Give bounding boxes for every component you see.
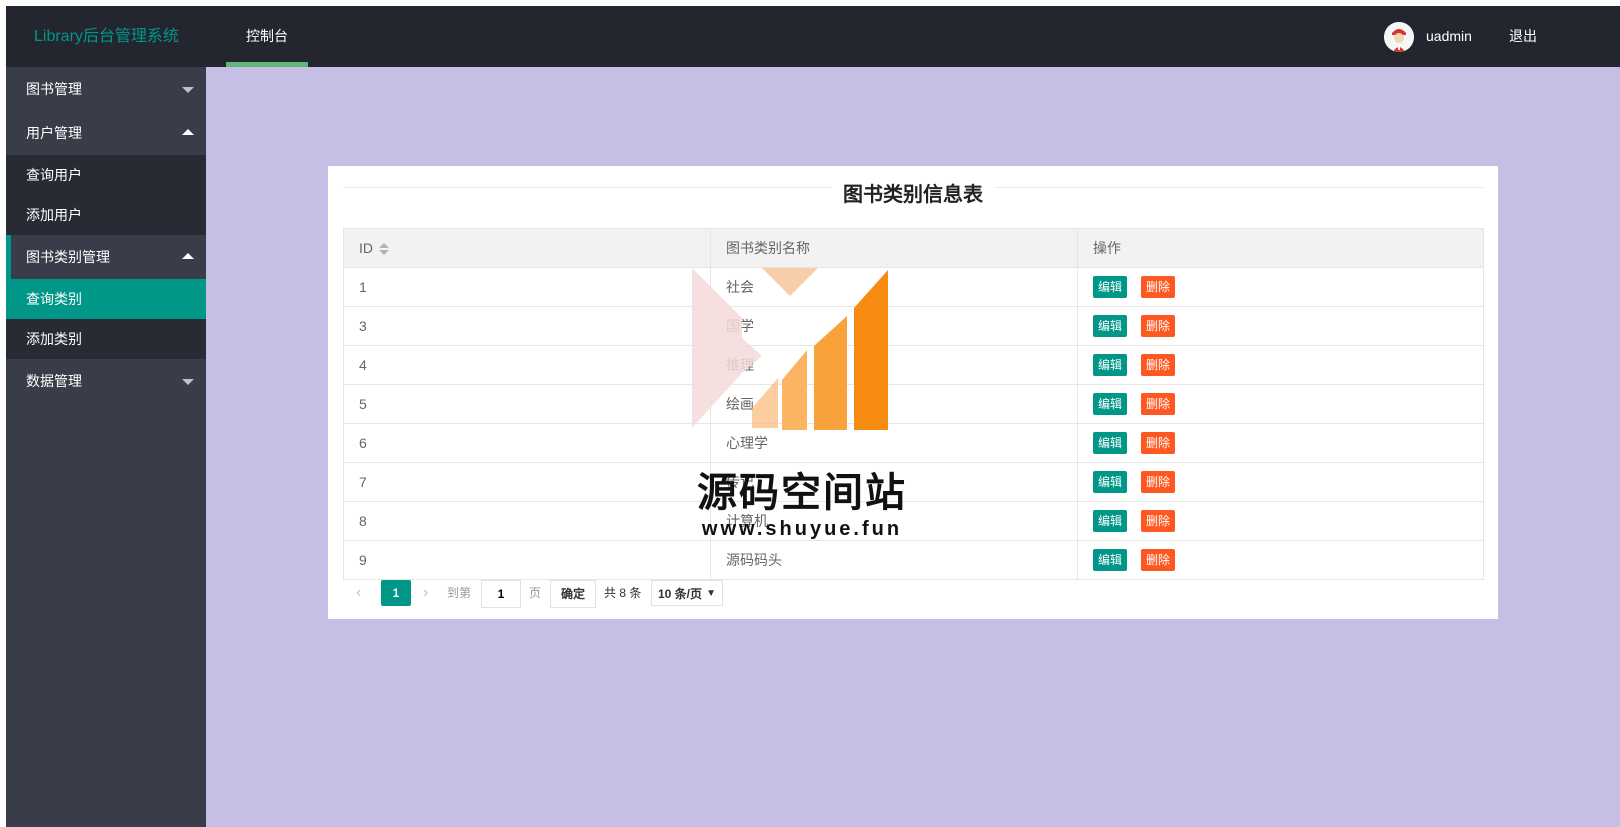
table-row: 1 社会 编辑 删除 (343, 267, 1484, 307)
cell-category-name: 推理 (710, 345, 1078, 385)
page-size-value: 10 条/页 (658, 587, 703, 601)
table-row: 5 绘画 编辑 删除 (343, 384, 1484, 424)
cell-actions: 编辑 删除 (1077, 423, 1484, 463)
caret-down-icon (182, 379, 194, 385)
table-row: 8 计算机 编辑 删除 (343, 501, 1484, 541)
cell-actions: 编辑 删除 (1077, 501, 1484, 541)
table-header-row: ID 图书类别名称 操作 (343, 228, 1484, 268)
column-header-id[interactable]: ID (343, 228, 711, 268)
cell-actions: 编辑 删除 (1077, 267, 1484, 307)
goto-page-input[interactable] (481, 580, 521, 608)
cell-actions: 编辑 删除 (1077, 462, 1484, 502)
page-current[interactable]: 1 (381, 580, 411, 606)
edit-button[interactable]: 编辑 (1093, 510, 1128, 532)
category-table-card: 图书类别信息表 ID 图书类别名称 操作 1 社会 编辑 删除 3 国学 编辑 … (328, 166, 1498, 619)
table-row: 4 推理 编辑 删除 (343, 345, 1484, 385)
page-size-select[interactable]: 10 条/页 ▼ (651, 580, 723, 606)
cell-category-name: 绘画 (710, 384, 1078, 424)
category-table: ID 图书类别名称 操作 1 社会 编辑 删除 3 国学 编辑 删除 4 推理 … (343, 228, 1484, 580)
app-logo-title[interactable]: Library后台管理系统 (34, 6, 179, 67)
sidebar-group-categories[interactable]: 图书类别管理 (6, 235, 206, 279)
table-row: 7 传记 编辑 删除 (343, 462, 1484, 502)
sidebar-group-label: 图书类别管理 (26, 249, 110, 265)
sidebar-item-query-users[interactable]: 查询用户 (6, 155, 206, 195)
cell-id: 3 (343, 306, 711, 346)
table-title: 图书类别信息表 (328, 178, 1498, 207)
delete-button[interactable]: 删除 (1141, 510, 1176, 532)
cell-actions: 编辑 删除 (1077, 384, 1484, 424)
delete-button[interactable]: 删除 (1141, 276, 1176, 298)
cell-id: 1 (343, 267, 711, 307)
page-unit-label: 页 (529, 586, 542, 600)
edit-button[interactable]: 编辑 (1093, 354, 1128, 376)
column-header-label: ID (359, 240, 373, 256)
cell-id: 6 (343, 423, 711, 463)
cell-category-name: 传记 (710, 462, 1078, 502)
delete-button[interactable]: 删除 (1141, 354, 1176, 376)
top-nav: 控制台 (226, 6, 308, 67)
caret-up-icon (182, 253, 194, 259)
delete-button[interactable]: 删除 (1141, 393, 1176, 415)
table-title-text: 图书类别信息表 (831, 178, 995, 207)
delete-button[interactable]: 删除 (1141, 549, 1176, 571)
cell-id: 7 (343, 462, 711, 502)
sidebar-group-data[interactable]: 数据管理 (6, 359, 206, 403)
cell-actions: 编辑 删除 (1077, 306, 1484, 346)
pagination: ‹ 1 › 到第 页 确定 共 8 条 10 条/页 ▼ (343, 572, 1483, 612)
column-header-actions: 操作 (1077, 228, 1484, 268)
main-content: 图书类别信息表 ID 图书类别名称 操作 1 社会 编辑 删除 3 国学 编辑 … (206, 67, 1620, 827)
prev-page-icon[interactable]: ‹ (356, 580, 361, 606)
user-avatar[interactable] (1384, 22, 1414, 52)
sidebar-group-label: 用户管理 (26, 125, 82, 141)
cell-category-name: 国学 (710, 306, 1078, 346)
cell-id: 4 (343, 345, 711, 385)
delete-button[interactable]: 删除 (1141, 471, 1176, 493)
delete-button[interactable]: 删除 (1141, 315, 1176, 337)
top-nav-console-label: 控制台 (246, 28, 288, 44)
user-name[interactable]: uadmin (1426, 6, 1472, 67)
edit-button[interactable]: 编辑 (1093, 471, 1128, 493)
edit-button[interactable]: 编辑 (1093, 276, 1128, 298)
total-count: 共 8 条 (604, 586, 642, 600)
cell-id: 8 (343, 501, 711, 541)
avatar-icon (1384, 22, 1414, 52)
logout-link[interactable]: 退出 (1509, 6, 1537, 67)
goto-label: 到第 (447, 586, 472, 600)
edit-button[interactable]: 编辑 (1093, 432, 1128, 454)
cell-category-name: 计算机 (710, 501, 1078, 541)
sidebar-group-label: 数据管理 (26, 373, 82, 389)
table-row: 3 国学 编辑 删除 (343, 306, 1484, 346)
column-header-name: 图书类别名称 (710, 228, 1078, 268)
table-row: 6 心理学 编辑 删除 (343, 423, 1484, 463)
cell-category-name: 社会 (710, 267, 1078, 307)
top-header: Library后台管理系统 控制台 uadmin 退出 (6, 6, 1620, 67)
edit-button[interactable]: 编辑 (1093, 315, 1128, 337)
edit-button[interactable]: 编辑 (1093, 549, 1128, 571)
sidebar-group-users[interactable]: 用户管理 (6, 111, 206, 155)
sidebar-item-add-category[interactable]: 添加类别 (6, 319, 206, 359)
sort-icon[interactable] (379, 243, 389, 256)
cell-actions: 编辑 删除 (1077, 345, 1484, 385)
sidebar-item-add-user[interactable]: 添加用户 (6, 195, 206, 235)
sidebar-users-children: 查询用户 添加用户 (6, 155, 206, 235)
caret-down-icon (182, 87, 194, 93)
top-nav-console[interactable]: 控制台 (226, 6, 308, 67)
sidebar: 图书管理 用户管理 查询用户 添加用户 图书类别管理 查询类别 添加类别 数据管… (6, 67, 206, 827)
dropdown-arrow-icon: ▼ (706, 588, 716, 599)
sidebar-item-query-categories[interactable]: 查询类别 (6, 279, 206, 319)
goto-confirm-button[interactable]: 确定 (550, 580, 597, 608)
app-window: Library后台管理系统 控制台 uadmin 退出 图书管理 用户管理 查询… (6, 6, 1620, 827)
cell-id: 5 (343, 384, 711, 424)
cell-category-name: 心理学 (710, 423, 1078, 463)
next-page-icon[interactable]: › (423, 580, 428, 606)
sidebar-group-label: 图书管理 (26, 81, 82, 97)
sidebar-categories-children: 查询类别 添加类别 (6, 279, 206, 359)
sidebar-group-books[interactable]: 图书管理 (6, 67, 206, 111)
delete-button[interactable]: 删除 (1141, 432, 1176, 454)
edit-button[interactable]: 编辑 (1093, 393, 1128, 415)
caret-up-icon (182, 129, 194, 135)
